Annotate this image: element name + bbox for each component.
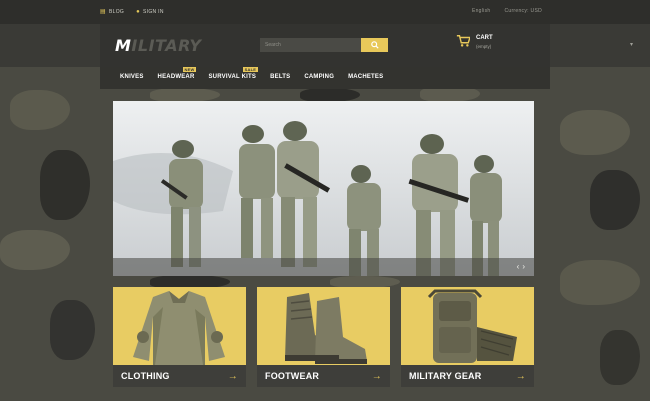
- category-tile-military-gear[interactable]: MILITARY GEAR →: [401, 287, 534, 387]
- blog-link[interactable]: ▤ BLOG: [100, 8, 125, 16]
- main-nav: KNIVES HEADWEAR NEW SURVIVAL KITS SALE BEL…: [100, 67, 550, 89]
- nav-item-machetes[interactable]: MACHETES: [348, 74, 383, 80]
- logo-rest: ILITARY: [131, 36, 202, 55]
- blog-icon: ▤: [100, 9, 106, 15]
- sign-in-label: SIGN IN: [143, 8, 164, 15]
- nav-item-knives[interactable]: KNIVES: [120, 74, 144, 80]
- search-form: [260, 38, 388, 52]
- logo-m: M: [115, 36, 132, 55]
- arrow-right-icon: →: [227, 370, 238, 382]
- blog-label: BLOG: [108, 8, 125, 15]
- category-tile-footwear[interactable]: FOOTWEAR →: [257, 287, 390, 387]
- chevron-down-icon[interactable]: ▾: [630, 41, 633, 48]
- category-label: CLOTHING: [121, 371, 170, 381]
- search-input[interactable]: [260, 38, 361, 52]
- site-logo[interactable]: MILITARY: [115, 36, 202, 55]
- category-label: FOOTWEAR: [265, 371, 320, 381]
- search-icon: [370, 41, 379, 49]
- header: MILITARY CART (empty) ▾: [0, 24, 650, 67]
- cart-button[interactable]: CART (empty) ▾: [456, 34, 633, 51]
- language-value: English: [471, 8, 491, 14]
- clothing-image: [133, 291, 225, 365]
- category-caption: MILITARY GEAR →: [401, 365, 534, 387]
- soldiers-image: [113, 101, 534, 276]
- top-bar: ▤ BLOG ● SIGN IN English Currency: USD: [0, 0, 650, 24]
- sale-badge: SALE: [242, 67, 259, 72]
- nav-item-camping[interactable]: CAMPING: [304, 74, 334, 80]
- currency-value: Currency: USD: [504, 8, 542, 14]
- cart-label: CART: [476, 35, 493, 41]
- slider-next-button[interactable]: ›: [522, 262, 528, 271]
- currency-select[interactable]: Currency: USD: [504, 8, 542, 14]
- category-caption: CLOTHING →: [113, 365, 246, 387]
- search-button[interactable]: [361, 38, 388, 52]
- arrow-right-icon: →: [371, 370, 382, 382]
- cart-icon: [456, 35, 470, 47]
- new-badge: NEW: [182, 67, 197, 72]
- category-tiles: CLOTHING → FOOTWEAR → MILITARY GEAR →: [113, 287, 534, 387]
- language-select[interactable]: English: [472, 8, 491, 14]
- arrow-right-icon: →: [515, 370, 526, 382]
- sign-in-link[interactable]: ● SIGN IN: [136, 8, 164, 15]
- category-label: MILITARY GEAR: [409, 371, 482, 381]
- nav-item-survival-kits[interactable]: SURVIVAL KITS SALE: [208, 67, 259, 80]
- nav-item-headwear[interactable]: HEADWEAR NEW: [158, 67, 197, 80]
- cart-status: (empty): [476, 44, 492, 49]
- military-gear-image: [427, 289, 517, 363]
- footwear-image: [285, 293, 367, 364]
- category-tile-clothing[interactable]: CLOTHING →: [113, 287, 246, 387]
- nav-item-belts[interactable]: BELTS: [270, 74, 290, 80]
- user-icon: ●: [136, 8, 141, 15]
- slider-caption-bar: [113, 258, 534, 276]
- hero-slider[interactable]: ‹›: [113, 101, 534, 276]
- slider-arrows: ‹›: [517, 262, 528, 271]
- category-caption: FOOTWEAR →: [257, 365, 390, 387]
